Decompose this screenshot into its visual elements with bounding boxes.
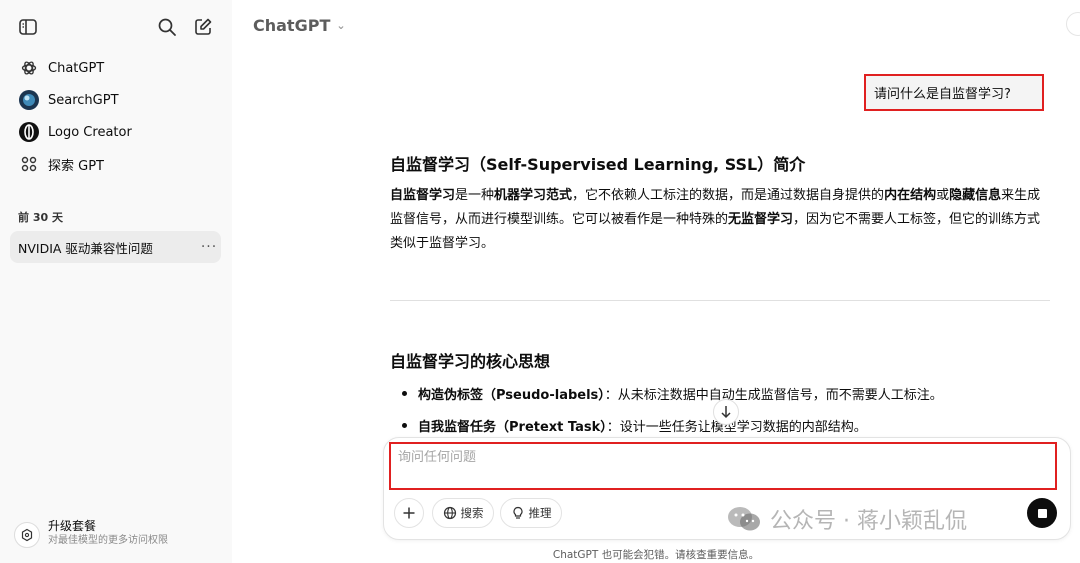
model-selector[interactable]: ChatGPT ⌄	[253, 16, 346, 35]
para-bold: 机器学习范式	[494, 188, 573, 203]
sidebar: ChatGPT SearchGPT Logo Creator 探索 GPT 前 …	[0, 0, 232, 563]
bullet-dot	[402, 423, 407, 428]
arrow-down-icon	[721, 406, 731, 419]
sidebar-item-chatgpt[interactable]: ChatGPT	[10, 52, 220, 84]
para-bold: 无监督学习	[728, 212, 794, 227]
main-panel: ChatGPT ⌄ 请问什么是自监督学习? 自监督学习（Self-Supervi…	[232, 0, 1080, 563]
openai-logo-icon	[18, 57, 40, 79]
list-item-text: ：从未标注数据中自动生成监督信号，而不需要人工标注。	[604, 388, 943, 403]
search-button-label: 搜索	[460, 506, 484, 520]
prompt-highlight	[389, 442, 1057, 490]
upgrade-plan-button[interactable]: 升级套餐 对最佳模型的更多访问权限	[14, 518, 224, 558]
sidebar-item-label: ChatGPT	[48, 60, 105, 76]
chat-history-title: NVIDIA 驱动兼容性问题	[18, 240, 153, 256]
list-item-bold: 自我监督任务（Pretext Task）	[418, 420, 607, 435]
attach-button[interactable]	[394, 498, 424, 528]
sidebar-item-explore-gpt[interactable]: 探索 GPT	[10, 148, 220, 180]
sidebar-item-label: Logo Creator	[48, 124, 132, 140]
answer-paragraph: 自监督学习是一种机器学习范式，它不依赖人工标注的数据，而是通过数据自身提供的内在…	[390, 184, 1050, 256]
wechat-icon	[726, 505, 762, 533]
scroll-to-bottom-button[interactable]	[713, 399, 739, 425]
sidebar-toggle-icon[interactable]	[16, 15, 40, 39]
para-text: 或	[936, 188, 950, 203]
sidebar-item-label: SearchGPT	[48, 92, 119, 108]
watermark: 公众号 · 蒋小颖乱侃	[726, 503, 967, 535]
answer-heading-2: 自监督学习的核心思想	[390, 352, 551, 371]
globe-icon	[443, 506, 457, 520]
prompt-input[interactable]	[398, 450, 1038, 465]
user-message: 请问什么是自监督学习?	[864, 74, 1044, 111]
sidebar-item-logo-creator[interactable]: Logo Creator	[10, 116, 220, 148]
upgrade-title: 升级套餐	[48, 519, 97, 533]
top-bar: ChatGPT ⌄	[232, 0, 1080, 52]
watermark-text: 公众号 · 蒋小颖乱侃	[770, 509, 967, 534]
lightbulb-icon	[511, 506, 525, 520]
plus-icon	[403, 507, 415, 519]
reason-button[interactable]: 推理	[500, 498, 562, 528]
para-text: ，它不依赖人工标注的数据，而是通过数据自身提供的	[572, 188, 885, 203]
disclaimer: ChatGPT 也可能会犯错。请核查重要信息。	[552, 549, 760, 561]
logo-creator-avatar-icon	[18, 121, 40, 143]
more-options-icon[interactable]: ···	[197, 239, 221, 255]
chat-history-item[interactable]: NVIDIA 驱动兼容性问题 ···	[10, 231, 221, 263]
stop-button[interactable]	[1027, 498, 1057, 528]
avatar[interactable]	[1066, 12, 1080, 36]
search-button[interactable]: 搜索	[432, 498, 494, 528]
para-text: 是一种	[455, 188, 495, 203]
sidebar-item-label: 探索 GPT	[48, 158, 104, 174]
model-name-label: ChatGPT	[253, 16, 331, 35]
sidebar-section-label: 前 30 天	[18, 211, 63, 224]
bullet-dot	[402, 391, 407, 396]
chevron-down-icon: ⌄	[336, 19, 346, 32]
upgrade-subtitle: 对最佳模型的更多访问权限	[48, 535, 168, 546]
upgrade-icon	[14, 522, 40, 548]
list-item-bold: 构造伪标签（Pseudo-labels）	[418, 388, 605, 403]
search-icon[interactable]	[155, 15, 179, 39]
divider	[390, 300, 1050, 301]
list-item-text: ：设计一些任务让模型学习数据的内部结构。	[606, 420, 867, 435]
new-chat-icon[interactable]	[191, 15, 215, 39]
answer-heading-1: 自监督学习（Self-Supervised Learning, SSL）简介	[390, 155, 806, 174]
sidebar-header	[0, 0, 232, 54]
para-bold: 内在结构	[884, 188, 937, 203]
reason-button-label: 推理	[528, 506, 552, 520]
grid-icon	[18, 153, 40, 175]
para-bold: 隐藏信息	[949, 188, 1002, 203]
para-bold: 自监督学习	[390, 188, 456, 203]
searchgpt-avatar-icon	[18, 89, 40, 111]
sidebar-item-searchgpt[interactable]: SearchGPT	[10, 84, 220, 116]
stop-icon	[1037, 508, 1047, 518]
